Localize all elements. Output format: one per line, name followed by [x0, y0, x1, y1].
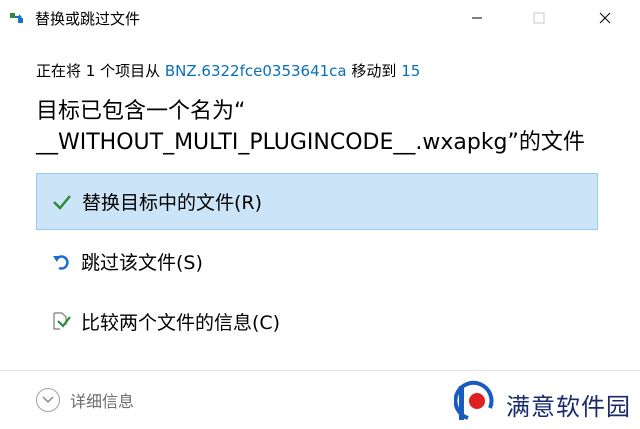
minimize-button[interactable]: [454, 0, 500, 36]
skip-option[interactable]: 跳过该文件(S): [36, 233, 598, 290]
source-folder-link[interactable]: BNZ.6322fce0353641ca: [165, 62, 347, 80]
conflict-message: 目标已包含一个名为“ __WITHOUT_MULTI_PLUGINCODE__.…: [36, 96, 616, 158]
message-line-1: 目标已包含一个名为“: [36, 99, 246, 124]
chevron-down-icon: [36, 388, 60, 412]
undo-arrow-icon: [49, 250, 73, 274]
status-prefix: 正在将 1 个项目从: [36, 62, 161, 80]
replace-option-label: 替换目标中的文件(R): [82, 192, 263, 214]
maximize-button[interactable]: [516, 0, 562, 36]
checkmark-icon: [50, 190, 74, 214]
compare-files-icon: [49, 310, 73, 334]
watermark-text: 满意软件园: [506, 392, 631, 421]
details-toggle[interactable]: 详细信息: [36, 388, 134, 412]
app-icon: [9, 10, 25, 26]
operation-status: 正在将 1 个项目从 BNZ.6322fce0353641ca 移动到 15: [36, 60, 420, 81]
status-middle: 移动到: [351, 62, 397, 80]
footer-divider: [0, 370, 640, 371]
details-label: 详细信息: [70, 392, 135, 411]
close-button[interactable]: [582, 0, 628, 36]
watermark: 满意软件园: [453, 380, 631, 428]
compare-option[interactable]: 比较两个文件的信息(C): [36, 293, 598, 350]
title-bar: 替换或跳过文件: [0, 0, 640, 36]
replace-option[interactable]: 替换目标中的文件(R): [36, 173, 598, 230]
skip-option-label: 跳过该文件(S): [81, 252, 203, 274]
message-line-2: __WITHOUT_MULTI_PLUGINCODE__.wxapkg”的文件: [36, 130, 585, 155]
destination-folder-link[interactable]: 15: [401, 62, 420, 80]
watermark-logo-icon: [453, 380, 498, 428]
compare-option-label: 比较两个文件的信息(C): [81, 312, 281, 334]
window-title: 替换或跳过文件: [35, 10, 141, 28]
